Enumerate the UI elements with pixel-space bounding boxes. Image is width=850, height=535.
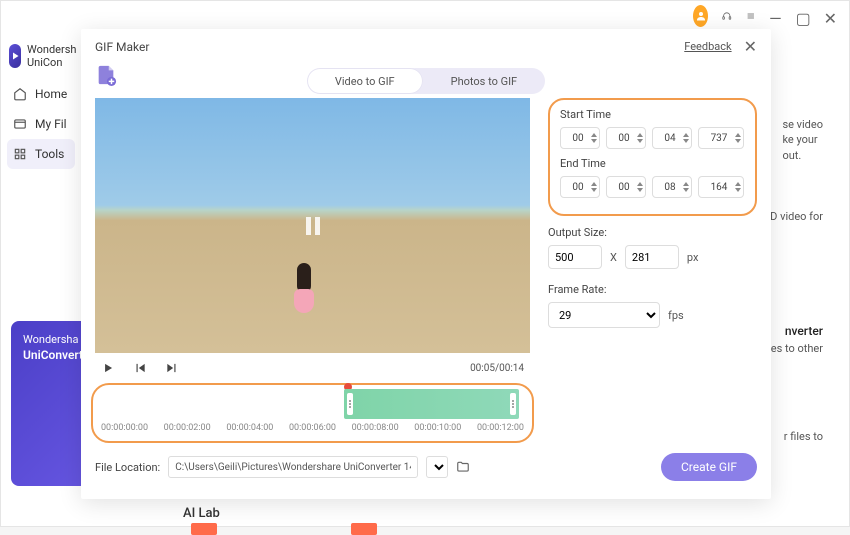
video-preview[interactable] (95, 98, 530, 353)
file-location-row: File Location: Create GIF (81, 443, 771, 491)
preview-panel: 00:05/00:14 00:00:00:0000:00:02:0000:00:… (95, 98, 530, 443)
bg-heading: nverter (785, 323, 823, 340)
output-height-input[interactable] (625, 245, 679, 269)
nav-tools-label: Tools (35, 147, 64, 161)
start-hours-input[interactable]: 00 (560, 127, 600, 149)
settings-panel: Start Time 00 00 04 737 End Time 00 00 0… (548, 98, 757, 443)
fps-label: fps (668, 309, 684, 322)
bg-text: ID video for (767, 209, 823, 224)
end-minutes-input[interactable]: 00 (606, 176, 646, 198)
mode-tabs: Video to GIF Photos to GIF (307, 68, 545, 94)
framerate-row: 29 fps (548, 302, 757, 328)
file-location-input[interactable] (168, 456, 418, 478)
open-folder-icon[interactable] (456, 460, 470, 474)
tabs-row: Video to GIF Photos to GIF (81, 68, 771, 94)
dialog-body: 00:05/00:14 00:00:00:0000:00:02:0000:00:… (81, 98, 771, 443)
pause-indicator-icon (306, 217, 320, 235)
ai-lab-heading: AI Lab (183, 506, 220, 521)
start-minutes-input[interactable]: 00 (606, 127, 646, 149)
nav-myfiles[interactable]: My Fil (7, 109, 75, 139)
user-avatar[interactable] (693, 5, 708, 27)
brand-logo (9, 44, 21, 68)
main-window: — ▢ ✕ Wondersh UniCon Home My Fil Tools … (0, 0, 850, 527)
maximize-button[interactable]: ▢ (796, 9, 810, 23)
brand: Wondersh UniCon (7, 39, 75, 79)
bg-text: r files to (784, 429, 823, 444)
clip-start-handle[interactable] (347, 393, 353, 415)
end-hours-input[interactable]: 00 (560, 176, 600, 198)
timeline[interactable]: 00:00:00:0000:00:02:0000:00:04:0000:00:0… (91, 383, 534, 443)
add-file-icon[interactable] (95, 64, 117, 86)
end-time-inputs: 00 00 08 164 (560, 176, 745, 198)
nav-tools[interactable]: Tools (7, 139, 75, 169)
titlebar: — ▢ ✕ (1, 1, 849, 31)
headset-icon[interactable] (722, 9, 732, 23)
gif-maker-dialog: GIF Maker Feedback ✕ Video to GIF Photos… (81, 29, 771, 499)
tab-video-to-gif[interactable]: Video to GIF (307, 68, 423, 94)
playback-time: 00:05/00:14 (470, 363, 524, 374)
bg-text: ges to other (765, 341, 823, 356)
brand-text: Wondersh UniCon (27, 43, 76, 69)
start-time-inputs: 00 00 04 737 (560, 127, 745, 149)
end-seconds-input[interactable]: 08 (652, 176, 692, 198)
selection-clip[interactable] (344, 389, 519, 419)
timeline-ruler: 00:00:00:0000:00:02:0000:00:04:0000:00:0… (99, 419, 526, 433)
new-badge (351, 523, 377, 535)
nav-home[interactable]: Home (7, 79, 75, 109)
framerate-label: Frame Rate: (548, 283, 757, 296)
close-dialog-button[interactable]: ✕ (744, 37, 757, 56)
nav-myfiles-label: My Fil (35, 117, 67, 131)
nav-home-label: Home (35, 87, 67, 101)
next-frame-button[interactable] (165, 361, 179, 375)
menu-icon[interactable] (746, 9, 756, 23)
new-badge (191, 523, 217, 535)
start-ms-input[interactable]: 737 (698, 127, 744, 149)
output-size-label: Output Size: (548, 226, 757, 239)
close-window-button[interactable]: ✕ (824, 9, 837, 23)
create-gif-button[interactable]: Create GIF (661, 453, 757, 481)
bg-text: se videoke yourout. (782, 117, 823, 163)
feedback-link[interactable]: Feedback (684, 40, 731, 53)
video-subject (290, 263, 318, 323)
framerate-select[interactable]: 29 (548, 302, 660, 328)
clip-end-handle[interactable] (510, 393, 516, 415)
x-label: X (610, 251, 617, 264)
play-button[interactable] (101, 361, 115, 375)
tab-photos-to-gif[interactable]: Photos to GIF (423, 68, 546, 94)
output-width-input[interactable] (548, 245, 602, 269)
start-seconds-input[interactable]: 04 (652, 127, 692, 149)
minimize-button[interactable]: — (769, 9, 782, 23)
px-label: px (687, 251, 699, 264)
start-time-label: Start Time (560, 108, 745, 121)
dialog-title: GIF Maker (95, 40, 149, 54)
end-time-label: End Time (560, 157, 745, 170)
prev-frame-button[interactable] (133, 361, 147, 375)
file-location-label: File Location: (95, 461, 160, 474)
file-location-dropdown[interactable] (426, 456, 448, 478)
playback-controls: 00:05/00:14 (95, 353, 530, 383)
end-ms-input[interactable]: 164 (698, 176, 744, 198)
output-size-row: X px (548, 245, 757, 269)
dialog-header: GIF Maker Feedback ✕ (81, 29, 771, 62)
time-range-section: Start Time 00 00 04 737 End Time 00 00 0… (548, 98, 757, 216)
